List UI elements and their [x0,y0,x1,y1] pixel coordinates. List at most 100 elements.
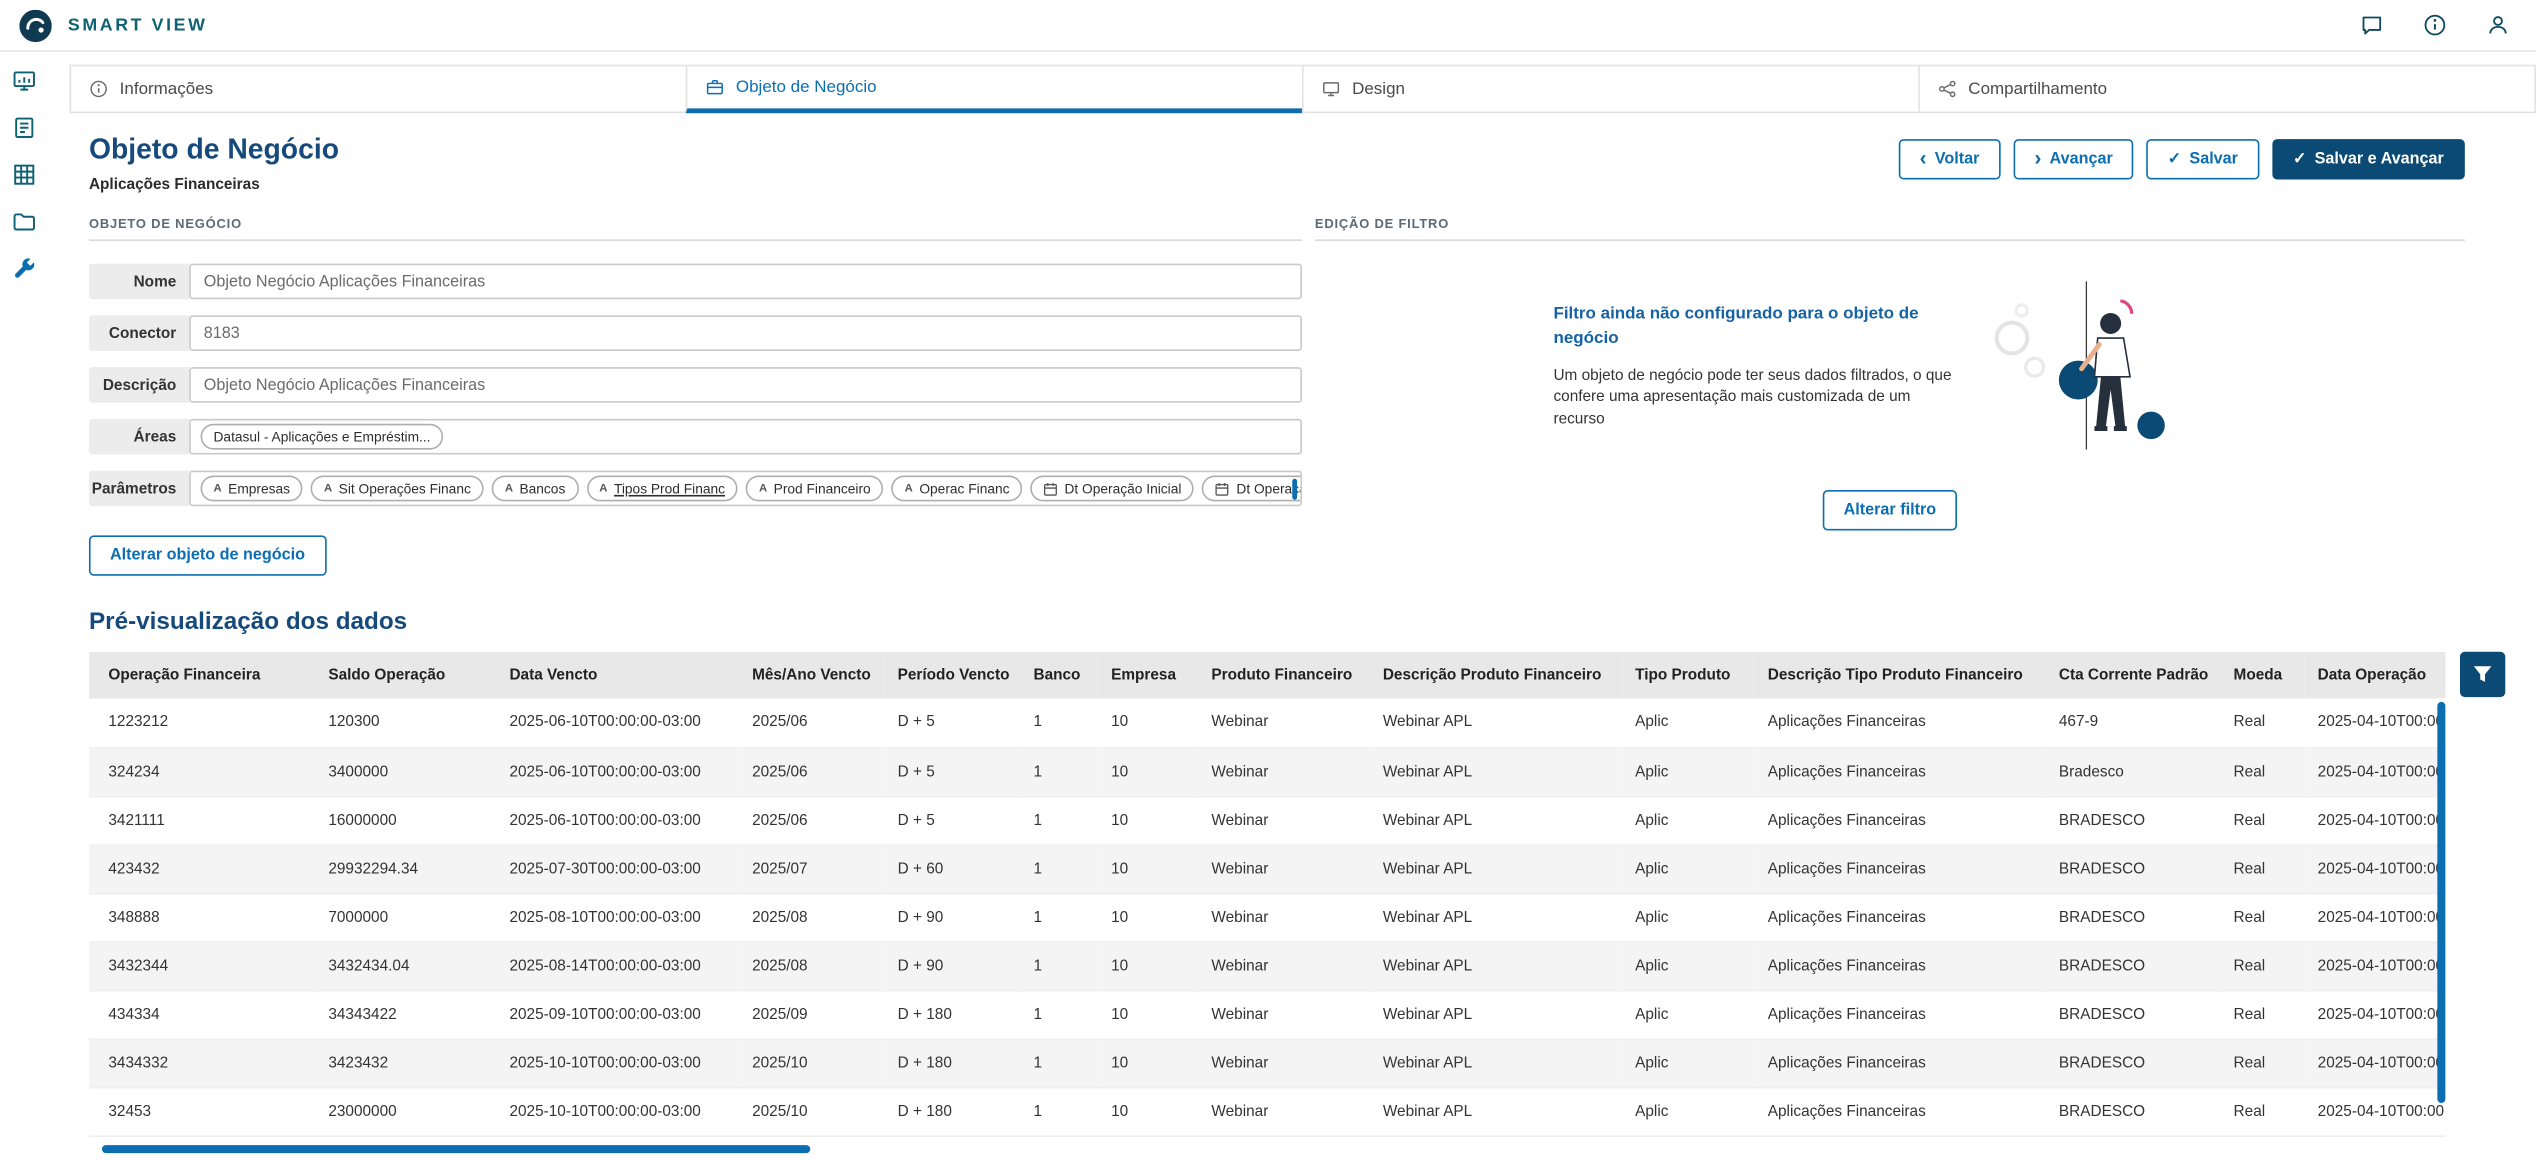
alterar-objeto-button[interactable]: Alterar objeto de negócio [89,535,326,575]
table-cell: Webinar [1198,1087,1369,1136]
tab-compartilhamento[interactable]: Compartilhamento [1918,65,2536,114]
column-header-data-vencto[interactable]: Data Vencto [497,652,740,699]
table-cell: Aplicações Financeiras [1755,1087,2046,1136]
chat-icon[interactable] [2360,13,2384,37]
tab-design[interactable]: Design [1302,65,1920,114]
table-cell: 3423432 [315,1038,496,1087]
field-input-descricao[interactable] [189,367,1302,403]
tools-icon[interactable] [11,256,37,282]
info-icon[interactable] [2423,13,2447,37]
table-cell: Aplic [1622,844,1755,893]
form-field-row: ParâmetrosAEmpresasASit Operações Financ… [89,471,1302,507]
table-cell: Aplic [1622,796,1755,845]
table-cell: 2025-07-30T00:00:00-03:00 [497,844,740,893]
column-header-descricao-produto-financeiro[interactable]: Descrição Produto Financeiro [1370,652,1622,699]
table-cell: 7000000 [315,893,496,942]
dashboards-icon[interactable] [11,68,37,94]
table-row: 34888870000002025-08-10T00:00:00-03:0020… [89,893,2445,942]
field-input-conector[interactable] [189,315,1302,351]
table-cell: 2025-09-10T00:00:00-03:00 [497,990,740,1039]
table-cell: 10 [1098,1038,1198,1087]
chip-operac-financ[interactable]: AOperac Financ [892,476,1023,502]
table-cell: Aplicações Financeiras [1755,747,2046,796]
chip-sit-operacoes-financ[interactable]: ASit Operações Financ [311,476,484,502]
tab-objeto-de-negocio[interactable]: Objeto de Negócio [686,65,1304,114]
salvar-button[interactable]: ✓Salvar [2147,139,2259,179]
vertical-scrollbar[interactable] [2437,702,2445,1103]
top-bar: SMART VIEW [0,0,2536,52]
left-sidebar [0,52,49,1160]
reports-icon[interactable] [11,115,37,141]
chip-tipos-prod-financ[interactable]: ATipos Prod Financ [586,476,738,502]
form-field-row: Descrição [89,367,1302,403]
column-header-saldo-operacao[interactable]: Saldo Operação [315,652,496,699]
table-cell: Real [2221,893,2305,942]
business-object-section-title: OBJETO DE NEGÓCIO [89,217,1302,241]
column-header-moeda[interactable]: Moeda [2221,652,2305,699]
table-cell: 348888 [89,893,315,942]
column-header-banco[interactable]: Banco [1021,652,1099,699]
column-header-produto-financeiro[interactable]: Produto Financeiro [1198,652,1369,699]
table-cell: 10 [1098,747,1198,796]
table-cell: 1 [1021,941,1099,990]
chip-empresas[interactable]: AEmpresas [201,476,303,502]
table-cell: 2025/09 [739,990,885,1039]
chip-prod-financeiro[interactable]: AProd Financeiro [746,476,884,502]
table-cell: 2025-06-10T00:00:00-03:00 [497,796,740,845]
table-cell: 32453 [89,1087,315,1136]
table-cell: 2025-06-10T00:00:00-03:00 [497,699,740,748]
text-type-icon: A [599,483,607,494]
chip-label: Sit Operações Financ [339,480,471,496]
table-cell: 10 [1098,796,1198,845]
table-cell: D + 5 [885,796,1021,845]
chip-datasul-aplicacoes-e-emprestim[interactable]: Datasul - Aplicações e Empréstim... [201,424,444,450]
column-header-mes-ano-vencto[interactable]: Mês/Ano Vencto [739,652,885,699]
avancar-button[interactable]: ›Avançar [2013,139,2133,179]
chip-dt-operacao-inicial[interactable]: Dt Operação Inicial [1031,476,1195,502]
column-header-descricao-tipo-produto-financeiro[interactable]: Descrição Tipo Produto Financeiro [1755,652,2046,699]
text-type-icon: A [505,483,513,494]
filter-section-title: EDIÇÃO DE FILTRO [1315,217,2465,241]
table-row: 12232121203002025-06-10T00:00:00-03:0020… [89,699,2445,748]
table-cell: BRADESCO [2046,941,2221,990]
data-grid-icon[interactable] [11,162,37,188]
voltar-button[interactable]: ‹Voltar [1899,139,2001,179]
table-cell: 2025-04-10T00:00:00-03:00 [2305,844,2446,893]
filter-funnel-button[interactable] [2460,652,2505,697]
table-cell: Real [2221,844,2305,893]
chips-scrollbar[interactable] [1292,479,1297,500]
preview-table: Operação FinanceiraSaldo OperaçãoData Ve… [89,652,2445,1136]
chip-dt-operacao-final[interactable]: Dt Operação Final [1202,476,1302,502]
column-header-operacao-financeira[interactable]: Operação Financeira [89,652,315,699]
chip-bancos[interactable]: ABancos [492,476,578,502]
table-cell: 1223212 [89,699,315,748]
folders-icon[interactable] [11,209,37,235]
salvar-e-avancar-button[interactable]: ✓Salvar e Avançar [2272,139,2465,179]
table-cell: Webinar APL [1370,941,1622,990]
table-cell: 467-9 [2046,699,2221,748]
column-header-periodo-vencto[interactable]: Período Vencto [885,652,1021,699]
table-cell: D + 90 [885,941,1021,990]
user-icon[interactable] [2486,13,2510,37]
table-cell: 2025-04-10T00:00:00-03:00 [2305,699,2446,748]
horizontal-scrollbar[interactable] [102,1144,810,1152]
column-header-empresa[interactable]: Empresa [1098,652,1198,699]
app-window: SMART VIEW InformaçõesObjeto de NegócioD… [0,0,2536,1160]
alterar-filtro-button[interactable]: Alterar filtro [1823,490,1958,530]
tab-informacoes[interactable]: Informações [70,65,688,114]
table-cell: BRADESCO [2046,990,2221,1039]
table-cell: 2025-08-14T00:00:00-03:00 [497,941,740,990]
table-cell: Webinar [1198,747,1369,796]
page-actions: ‹Voltar ›Avançar ✓Salvar ✓Salvar e Avanç… [1899,139,2465,194]
column-header-cta-corrente-padrao[interactable]: Cta Corrente Padrão [2046,652,2221,699]
field-input-nome[interactable] [189,264,1302,300]
table-cell: Real [2221,1087,2305,1136]
table-cell: Aplic [1622,1087,1755,1136]
table-row: 32423434000002025-06-10T00:00:00-03:0020… [89,747,2445,796]
column-header-tipo-produto[interactable]: Tipo Produto [1622,652,1755,699]
table-cell: 2025/06 [739,747,885,796]
column-header-data-operacao[interactable]: Data Operação [2305,652,2446,699]
totvs-logo [19,9,51,41]
table-cell: 3432434.04 [315,941,496,990]
table-cell: Aplic [1622,747,1755,796]
